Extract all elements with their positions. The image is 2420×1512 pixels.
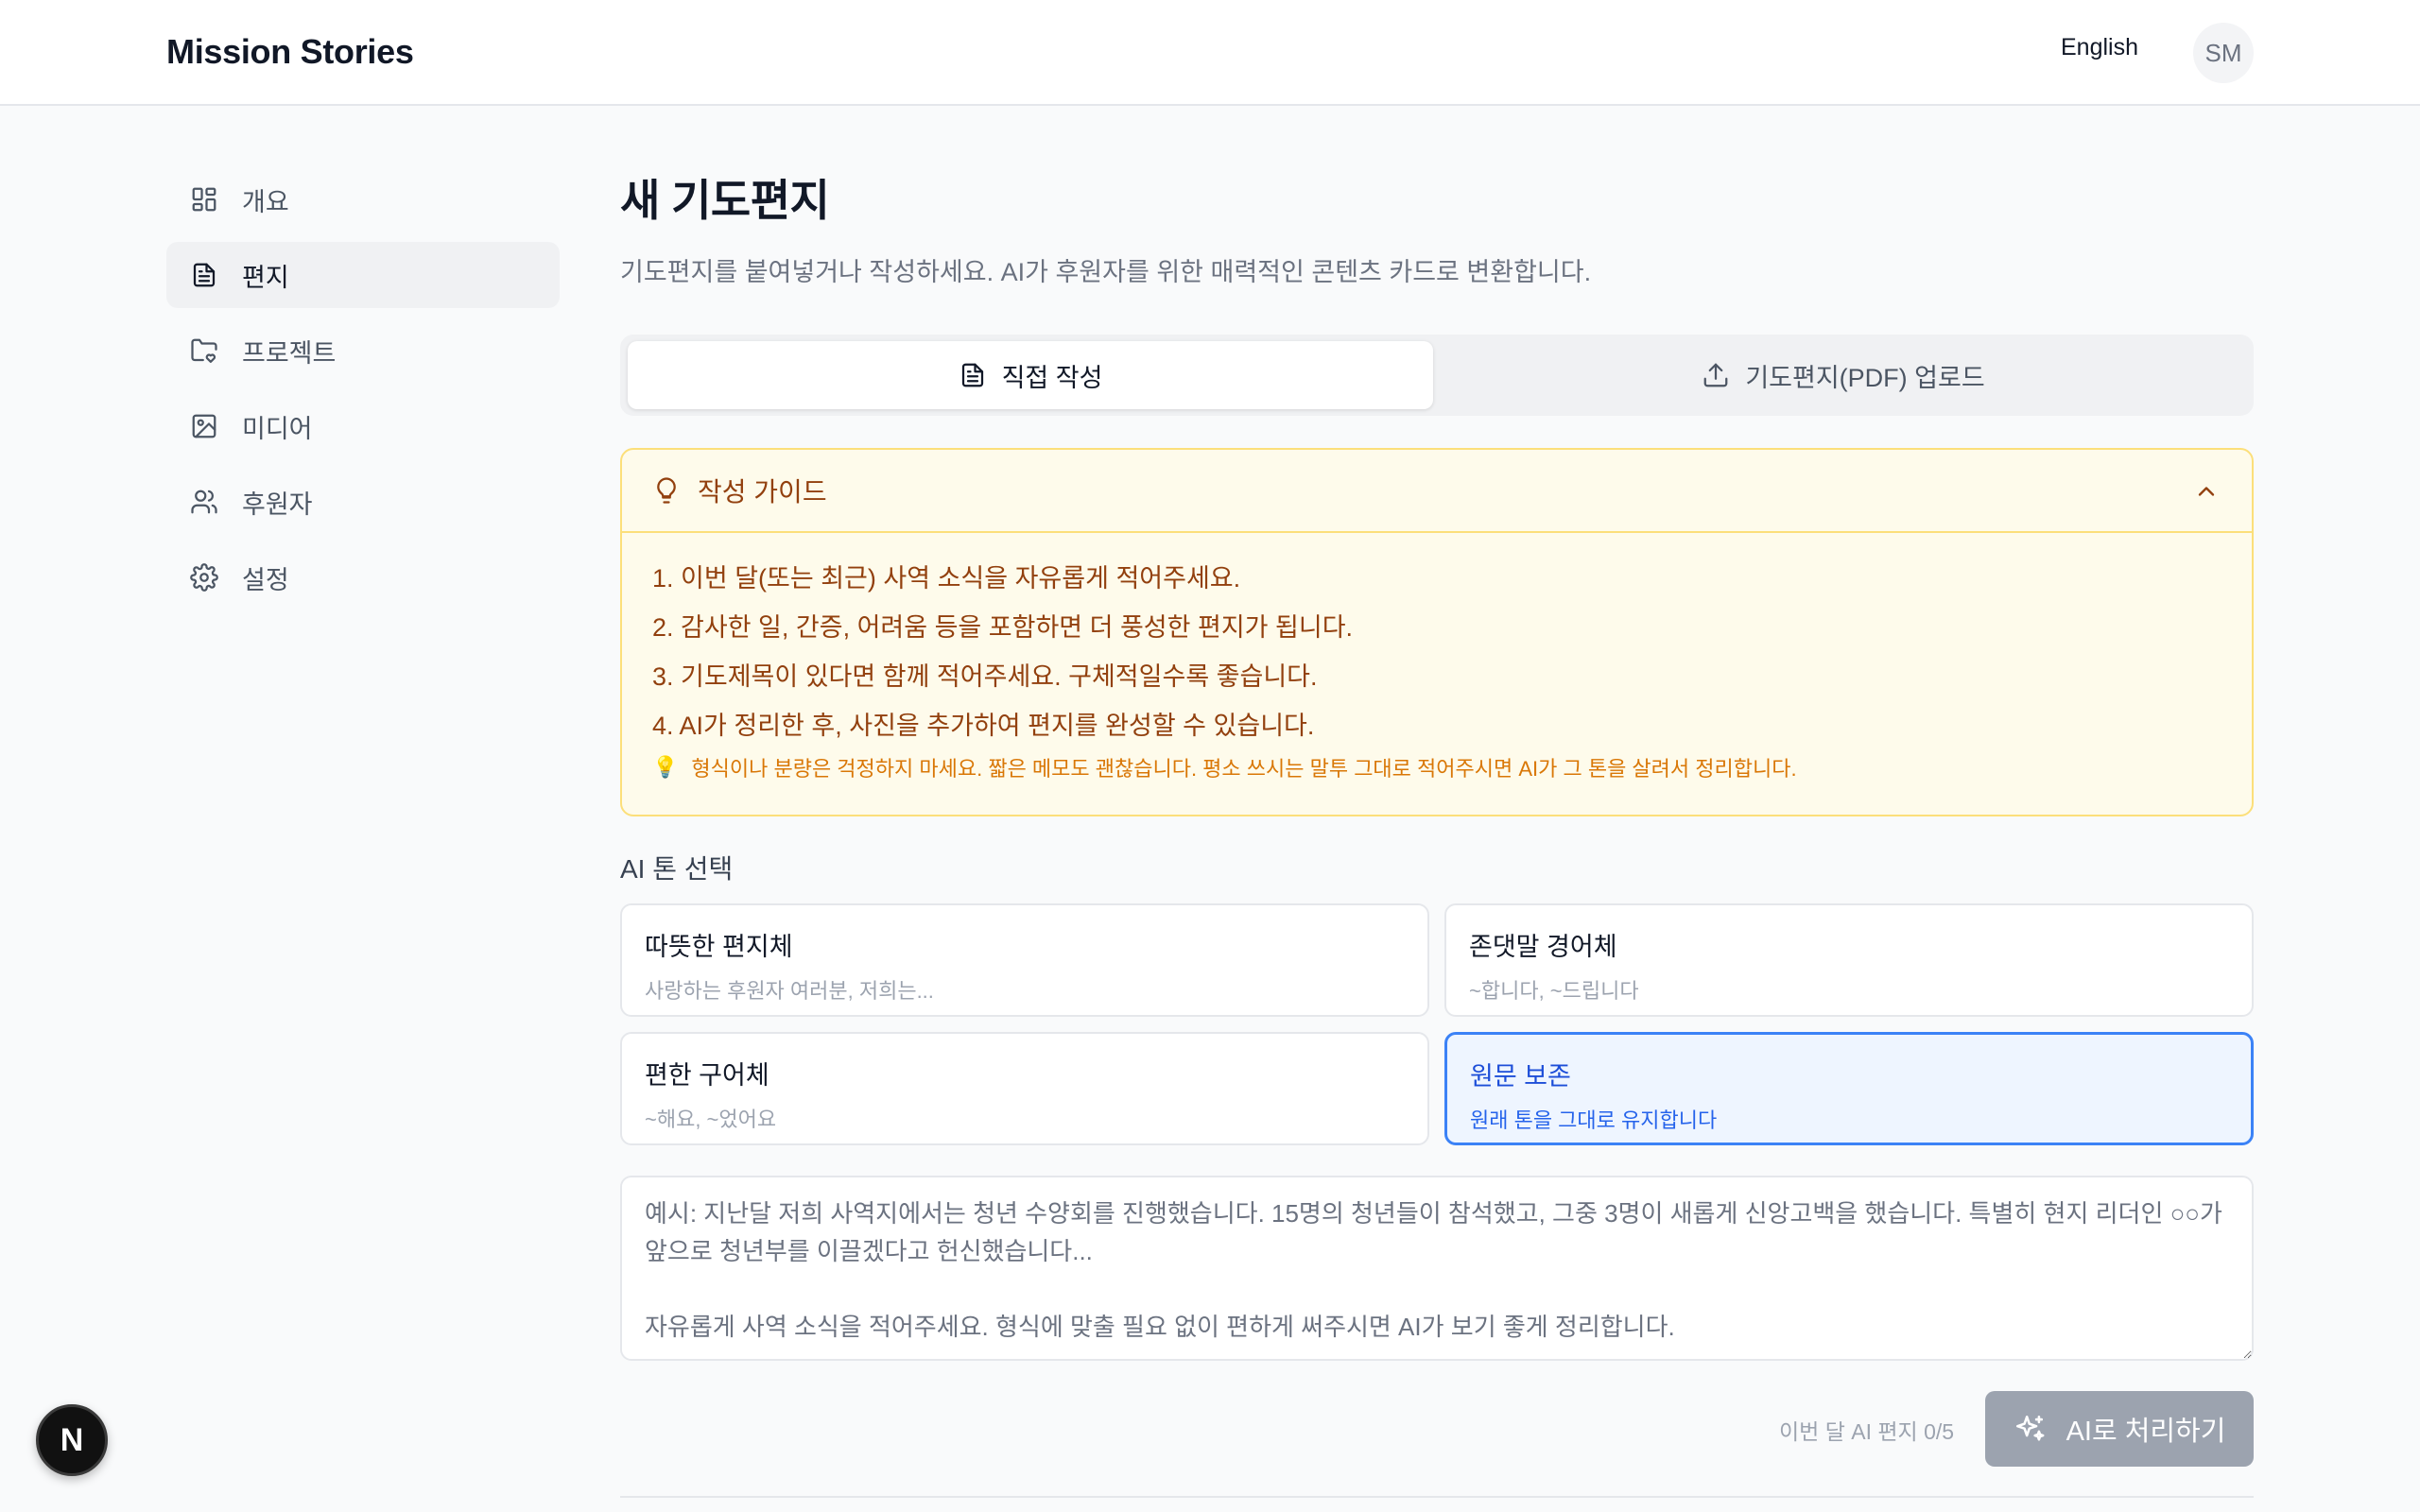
tone-title: 편한 구어체 <box>645 1061 769 1090</box>
guide-line: 2. 감사한 일, 간증, 어려움 등을 포함하면 더 풍성한 편지가 됩니다. <box>652 613 1354 642</box>
sidebar-item-letters[interactable]: 편지 <box>166 242 560 308</box>
ai-process-label: AI로 처리하기 <box>2066 1417 2226 1447</box>
tone-description: 원래 톤을 그대로 유지합니다 <box>1470 1108 1718 1132</box>
main-content: 새 기도편지 기도편지를 붙여넣거나 작성하세요. AI가 후원자를 위한 매력… <box>620 166 2254 1467</box>
tone-title: 존댓말 경어체 <box>1469 933 1617 961</box>
lightbulb-icon: 💡 <box>652 755 679 779</box>
sidebar-item-supporters[interactable]: 후원자 <box>166 469 560 535</box>
chevron-up-icon[interactable] <box>2193 478 2220 505</box>
user-avatar[interactable]: SM <box>2193 23 2254 83</box>
input-mode-tabs: 직접 작성 기도편지(PDF) 업로드 <box>620 335 2254 416</box>
sidebar-item-label: 후원자 <box>242 490 313 519</box>
tone-option-formal-honorific[interactable]: 존댓말 경어체 ~합니다, ~드립니다 <box>1444 903 2254 1017</box>
top-header: Mission Stories English SM <box>0 0 2420 106</box>
tone-option-warm-letter[interactable]: 따뜻한 편지체 사랑하는 후원자 여러분, 저희는... <box>620 903 1429 1017</box>
document-icon <box>961 363 983 387</box>
letter-content-input[interactable] <box>620 1176 2254 1361</box>
tab-label: 기도편지(PDF) 업로드 <box>1745 363 1985 392</box>
guide-line: 1. 이번 달(또는 최근) 사역 소식을 자유롭게 적어주세요. <box>652 564 1241 593</box>
sidebar-item-label: 편지 <box>242 263 289 292</box>
tone-option-preserve-original[interactable]: 원문 보존 원래 톤을 그대로 유지합니다 <box>1444 1032 2254 1145</box>
content-divider <box>620 1496 2254 1498</box>
tone-title: 원문 보존 <box>1470 1062 1571 1091</box>
dashboard-icon <box>189 184 219 215</box>
tone-section-label: AI 톤 선택 <box>620 854 734 884</box>
folder-heart-icon <box>189 335 219 366</box>
tone-description: ~해요, ~었어요 <box>645 1108 777 1131</box>
gear-icon <box>189 562 219 593</box>
guide-line: 4. AI가 정리한 후, 사진을 추가하여 편지를 완성할 수 있습니다. <box>652 712 1315 740</box>
guide-tip: 💡 형식이나 분량은 걱정하지 마세요. 짧은 메모도 괜찮습니다. 평소 쓰시… <box>652 752 2221 782</box>
page-title: 새 기도편지 <box>620 176 830 225</box>
sidebar-item-label: 개요 <box>242 187 289 216</box>
image-icon <box>189 411 219 441</box>
tone-title: 따뜻한 편지체 <box>645 933 793 961</box>
sidebar-nav: 개요 편지 프로젝트 미디어 후원자 설정 <box>166 166 560 620</box>
sidebar-item-settings[interactable]: 설정 <box>166 544 560 610</box>
language-selector[interactable]: English <box>2061 34 2138 61</box>
guide-tip-text: 형식이나 분량은 걱정하지 마세요. 짧은 메모도 괜찮습니다. 평소 쓰시는 … <box>691 757 1797 781</box>
sidebar-item-media[interactable]: 미디어 <box>166 393 560 459</box>
tone-description: ~합니다, ~드립니다 <box>1469 979 1639 1003</box>
sidebar-item-projects[interactable]: 프로젝트 <box>166 318 560 384</box>
ai-usage-counter: 이번 달 AI 편지 0/5 <box>1779 1419 1955 1444</box>
tab-pdf-upload[interactable]: 기도편지(PDF) 업로드 <box>1441 341 2246 409</box>
tone-option-casual-spoken[interactable]: 편한 구어체 ~해요, ~었어요 <box>620 1032 1429 1145</box>
guide-line: 3. 기도제목이 있다면 함께 적어주세요. 구체적일수록 좋습니다. <box>652 662 1318 691</box>
sparkles-icon <box>2015 1415 2045 1441</box>
sidebar-item-label: 미디어 <box>242 414 313 443</box>
guide-body: 1. 이번 달(또는 최근) 사역 소식을 자유롭게 적어주세요. 2. 감사한… <box>622 533 2252 782</box>
users-icon <box>189 487 219 517</box>
ai-process-button[interactable]: AI로 처리하기 <box>1985 1391 2254 1467</box>
tone-description: 사랑하는 후원자 여러분, 저희는... <box>645 979 934 1003</box>
guide-title: 작성 가이드 <box>698 477 827 507</box>
dev-tools-badge[interactable]: N <box>36 1404 108 1476</box>
lightbulb-icon <box>657 477 676 504</box>
sidebar-item-label: 프로젝트 <box>242 338 337 368</box>
writing-guide-panel: 작성 가이드 1. 이번 달(또는 최근) 사역 소식을 자유롭게 적어주세요.… <box>620 448 2254 816</box>
document-icon <box>189 260 219 290</box>
upload-icon <box>1703 363 1728 387</box>
tab-label: 직접 작성 <box>1001 363 1103 392</box>
tab-direct-write[interactable]: 직접 작성 <box>628 341 1433 409</box>
sidebar-item-overview[interactable]: 개요 <box>166 166 560 232</box>
brand-logo[interactable]: Mission Stories <box>166 32 414 72</box>
page-subtitle: 기도편지를 붙여넣거나 작성하세요. AI가 후원자를 위한 매력적인 콘텐츠 … <box>620 258 1592 286</box>
sidebar-item-label: 설정 <box>242 565 289 594</box>
writing-guide-toggle[interactable]: 작성 가이드 <box>622 450 2252 533</box>
